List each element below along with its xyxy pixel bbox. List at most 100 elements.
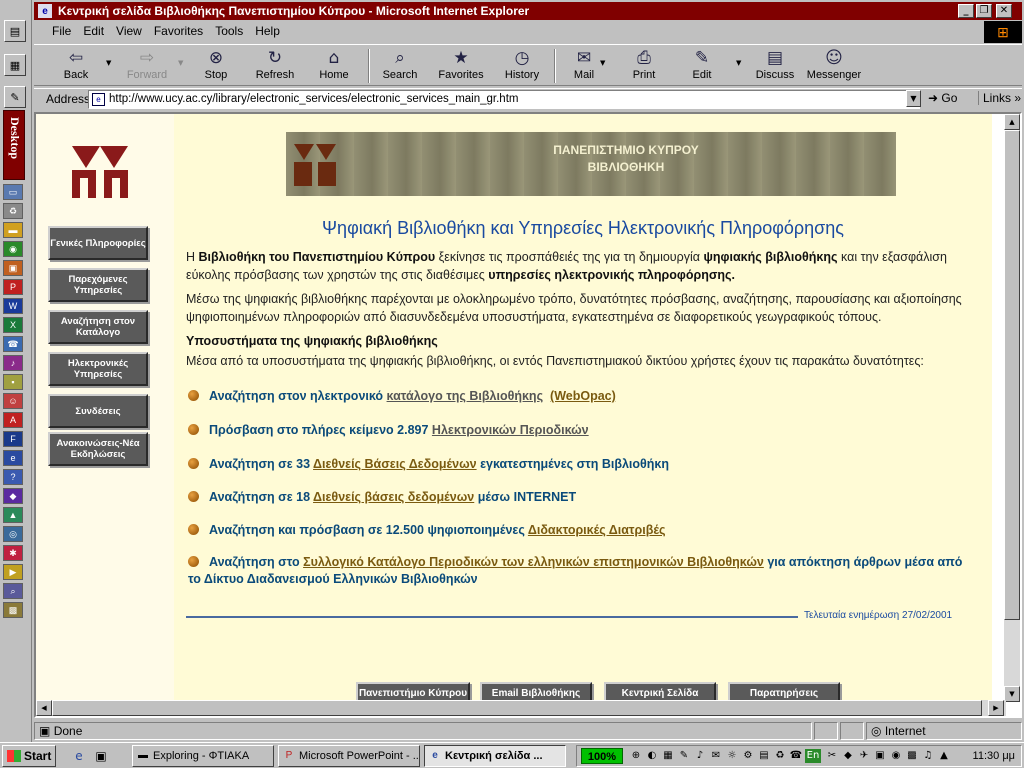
scroll-thumb[interactable] <box>1004 130 1020 620</box>
taskbar-item-powerpoint[interactable]: P Microsoft PowerPoint - ... <box>278 745 420 767</box>
nav-announcements[interactable]: Ανακοινώσεις-Νέα Εκδηλώσεις <box>48 432 148 466</box>
mask-icon[interactable]: ☺ <box>3 393 23 409</box>
scroll-right-icon[interactable]: ▶ <box>988 700 1004 716</box>
back-button[interactable]: ⇦ Back <box>54 47 98 85</box>
vertical-scrollbar[interactable]: ▲ ▼ <box>1004 114 1020 702</box>
acrobat-icon[interactable]: A <box>3 412 23 428</box>
tray-icon[interactable]: ◐ <box>645 749 659 763</box>
ftp-icon[interactable]: F <box>3 431 23 447</box>
links-button[interactable]: Links » <box>978 91 1021 105</box>
tools-icon[interactable]: ▩ <box>3 602 23 618</box>
menu-tools[interactable]: Tools <box>215 24 243 38</box>
tray-icon[interactable]: ⊕ <box>629 749 643 763</box>
edit-button[interactable]: ✎ Edit <box>684 47 720 85</box>
recycle-bin-icon[interactable]: ♻ <box>3 203 23 219</box>
calendar-icon[interactable]: ▦ <box>4 54 26 76</box>
mail-button[interactable]: ✉ Mail <box>566 47 602 85</box>
messenger-button[interactable]: ☺ Messenger <box>804 47 864 85</box>
scroll-down-icon[interactable]: ▼ <box>1004 686 1020 702</box>
tray-icon[interactable]: ☼ <box>725 749 739 763</box>
menu-view[interactable]: View <box>116 24 142 38</box>
tray-icon[interactable]: ▲ <box>937 749 951 763</box>
briefcase-icon[interactable]: ▣ <box>3 260 23 276</box>
scroll-up-icon[interactable]: ▲ <box>1004 114 1020 130</box>
catalog-link[interactable]: κατάλογο της Βιβλιοθήκης <box>387 389 544 403</box>
horizontal-scrollbar[interactable]: ◀ ▶ <box>36 700 1006 716</box>
tray-icon[interactable]: ◆ <box>841 749 855 763</box>
tray-icon[interactable]: ◉ <box>889 749 903 763</box>
network-icon[interactable]: ◉ <box>3 241 23 257</box>
star-icon[interactable]: ✱ <box>3 545 23 561</box>
tray-icon[interactable]: ☎ <box>789 749 803 763</box>
internet-icon[interactable]: e <box>3 450 23 466</box>
go-button[interactable]: ➜ Go <box>928 91 957 105</box>
menu-file[interactable]: File <box>52 24 71 38</box>
webopac-link[interactable]: (WebOpac) <box>550 389 616 403</box>
databases-link[interactable]: Διεθνείς Βάσεις Δεδομένων <box>313 457 477 471</box>
desktop-toolbar[interactable]: Desktop <box>3 110 25 180</box>
language-indicator[interactable]: En <box>805 749 821 763</box>
triangle-icon[interactable]: ▲ <box>3 507 23 523</box>
clock[interactable]: 11:30 μμ <box>973 750 1015 762</box>
notepad-icon[interactable]: ✎ <box>4 86 26 108</box>
menu-edit[interactable]: Edit <box>83 24 104 38</box>
powerpoint-icon[interactable]: P <box>3 279 23 295</box>
address-dropdown-icon[interactable]: ▼ <box>906 90 921 107</box>
tray-icon[interactable]: ▦ <box>661 749 675 763</box>
tray-icon[interactable]: ✎ <box>677 749 691 763</box>
desktop-quicklaunch-icon[interactable]: ▣ <box>92 747 110 765</box>
union-catalog-link[interactable]: Συλλογικό Κατάλογο Περιοδικών των ελληνι… <box>303 555 764 569</box>
shortcut-icon[interactable]: ▭ <box>3 184 23 200</box>
nav-catalog-search[interactable]: Αναζήτηση στον Κατάλογο <box>48 310 148 344</box>
folder-icon[interactable]: ▬ <box>3 222 23 238</box>
tray-icon[interactable]: ✂ <box>825 749 839 763</box>
tray-icon[interactable]: ✉ <box>709 749 723 763</box>
favorites-button[interactable]: ★ Favorites <box>432 47 490 85</box>
stop-button[interactable]: ⊗ Stop <box>196 47 236 85</box>
home-button[interactable]: ⌂ Home <box>314 47 354 85</box>
ejournals-link[interactable]: Ηλεκτρονικών Περιοδικών <box>432 423 589 437</box>
forward-button[interactable]: ⇨ Forward <box>120 47 174 85</box>
tray-icon[interactable]: ▩ <box>905 749 919 763</box>
search-icon[interactable]: ⌕ <box>3 583 23 599</box>
arrow-icon[interactable]: ▶ <box>3 564 23 580</box>
volume-icon[interactable]: ♫ <box>921 749 935 763</box>
tray-icon[interactable]: ✈ <box>857 749 871 763</box>
back-dropdown-icon[interactable]: ▼ <box>106 59 111 67</box>
discuss-button[interactable]: ▤ Discuss <box>752 47 798 85</box>
taskbar-item-ie[interactable]: e Κεντρική σελίδα ... <box>424 745 566 767</box>
edit-dropdown-icon[interactable]: ▼ <box>736 59 741 67</box>
zoom-indicator[interactable]: 100% <box>581 748 623 764</box>
forward-dropdown-icon[interactable]: ▼ <box>178 59 183 67</box>
office-menu-icon[interactable]: ▤ <box>4 20 26 42</box>
nav-electronic-services[interactable]: Ηλεκτρονικές Υπηρεσίες <box>48 352 148 386</box>
internet-databases-link[interactable]: Διεθνείς βάσεις δεδομένων <box>313 490 474 504</box>
globe-icon[interactable]: ◎ <box>3 526 23 542</box>
menu-help[interactable]: Help <box>255 24 280 38</box>
history-button[interactable]: ◷ History <box>498 47 546 85</box>
refresh-button[interactable]: ↻ Refresh <box>252 47 298 85</box>
scroll-left-icon[interactable]: ◀ <box>36 700 52 716</box>
print-button[interactable]: ⎙ Print <box>624 47 664 85</box>
restore-button[interactable]: ❐ <box>976 4 992 18</box>
minimize-button[interactable]: _ <box>958 4 974 18</box>
tray-icon[interactable]: ♻ <box>773 749 787 763</box>
disk-icon[interactable]: ▪ <box>3 374 23 390</box>
taskbar-item-explorer[interactable]: ▬ Exploring - ΦΤΙΑΚΑ <box>132 745 274 767</box>
phone-icon[interactable]: ☎ <box>3 336 23 352</box>
word-icon[interactable]: W <box>3 298 23 314</box>
dissertations-link[interactable]: Διδακτορικές Διατριβές <box>528 523 666 537</box>
mail-dropdown-icon[interactable]: ▼ <box>600 59 605 67</box>
close-button[interactable]: ✕ <box>996 4 1012 18</box>
tray-icon[interactable]: ⚙ <box>741 749 755 763</box>
nav-services[interactable]: Παρεχόμενες Υπηρεσίες <box>48 268 148 302</box>
tray-icon[interactable]: ▤ <box>757 749 771 763</box>
start-button[interactable]: Start <box>2 745 56 767</box>
scroll-thumb[interactable] <box>52 700 982 716</box>
tray-icon[interactable]: ♪ <box>693 749 707 763</box>
sound-icon[interactable]: ♪ <box>3 355 23 371</box>
ie-quicklaunch-icon[interactable]: e <box>70 747 88 765</box>
excel-icon[interactable]: X <box>3 317 23 333</box>
app-icon[interactable]: ◆ <box>3 488 23 504</box>
menu-favorites[interactable]: Favorites <box>154 24 203 38</box>
